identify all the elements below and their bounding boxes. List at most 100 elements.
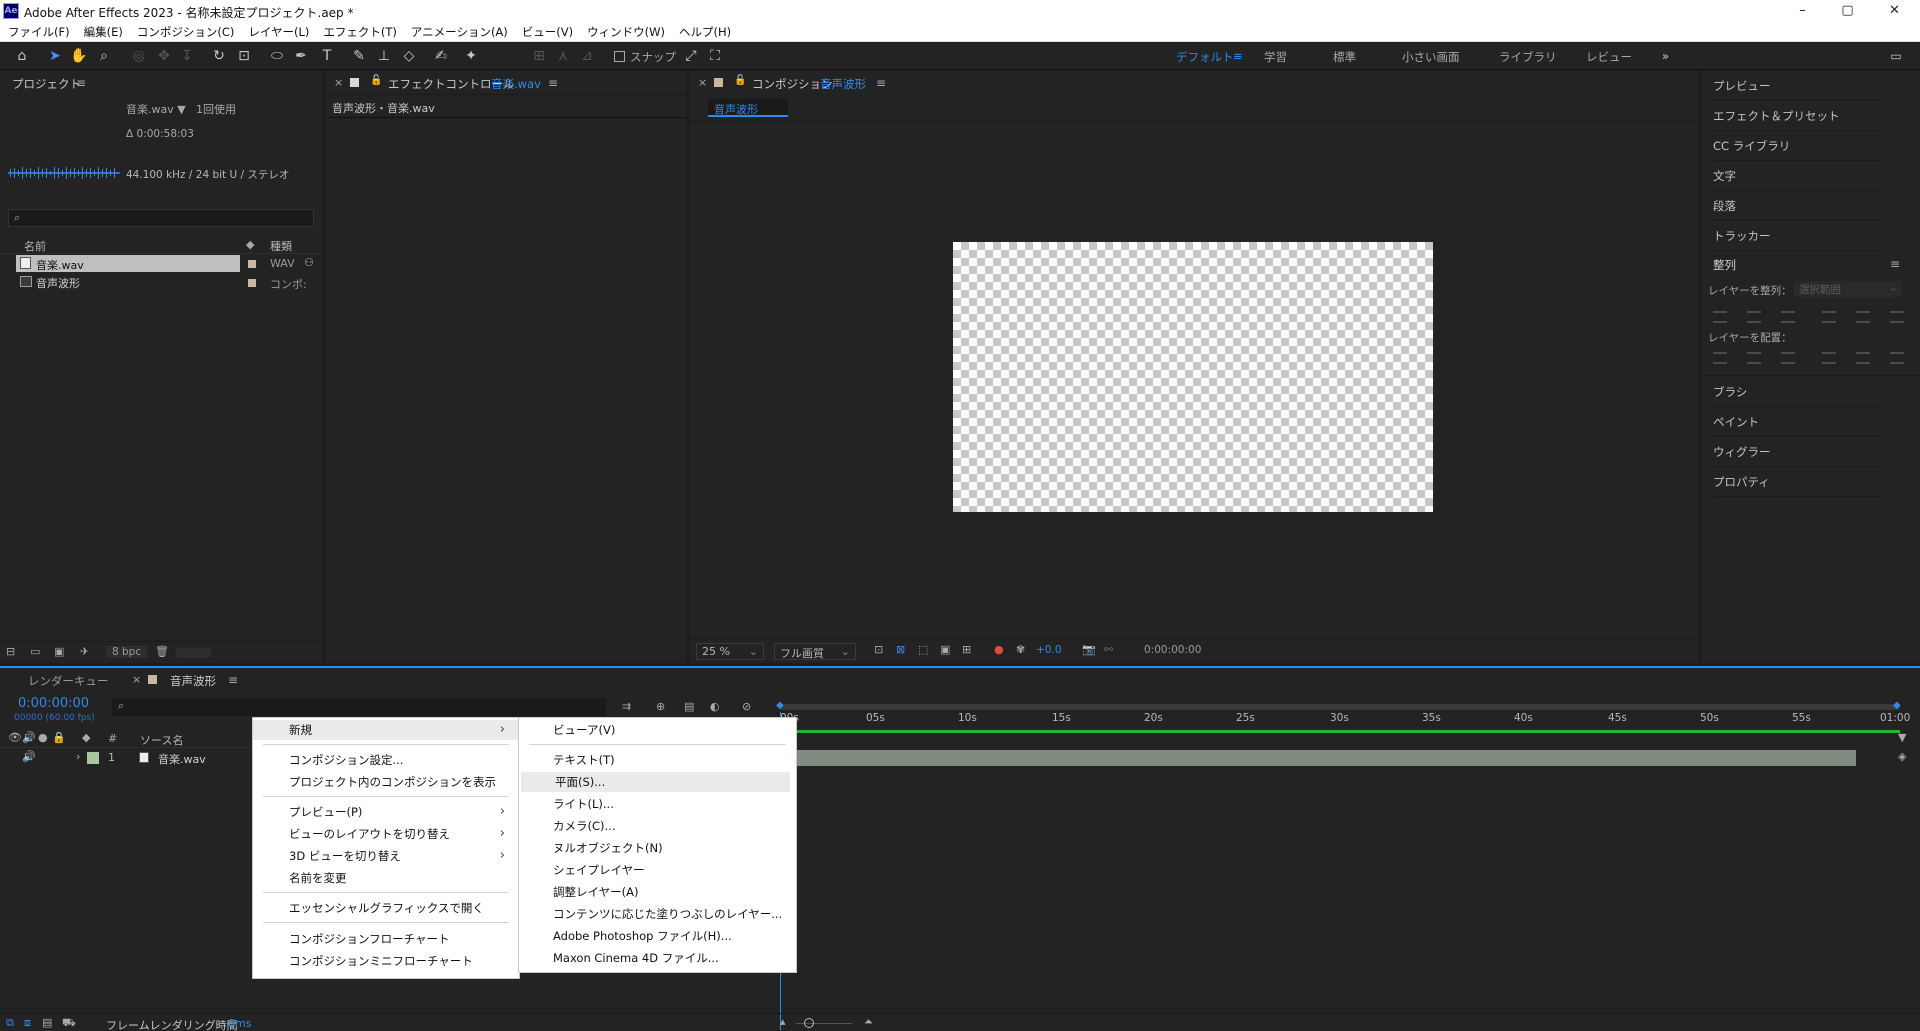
close-tab-icon[interactable]: × bbox=[698, 76, 707, 89]
context-item-preview[interactable]: プレビュー(P) › bbox=[253, 802, 519, 822]
workspace-standard[interactable]: 標準 bbox=[1333, 49, 1356, 65]
context-item-comp-settings[interactable]: コンポジション設定... bbox=[253, 750, 519, 770]
exposure-value[interactable]: +0.0 bbox=[1036, 644, 1062, 656]
zoom-in-icon[interactable]: ⏶ bbox=[864, 1015, 873, 1029]
context-item-comp-mini-flowchart[interactable]: コンポジションミニフローチャート bbox=[253, 951, 519, 971]
snap-target-icon[interactable]: ⛶ bbox=[706, 47, 724, 65]
context-item-switch-view-layout[interactable]: ビューのレイアウトを切り替え › bbox=[253, 824, 519, 844]
submenu-item-text[interactable]: テキスト(T) bbox=[519, 750, 796, 770]
submenu-item-viewer[interactable]: ビューア(V) bbox=[519, 720, 796, 740]
selected-item-name[interactable]: 音楽.wav ▼ bbox=[126, 101, 186, 117]
comp-timecode[interactable]: 0:00:00:00 bbox=[1144, 644, 1201, 656]
distribute-horizontal-center-icon[interactable] bbox=[1856, 352, 1870, 364]
timeline-search-input[interactable]: ⌕ bbox=[112, 698, 606, 716]
composition-name[interactable]: 音声波形 bbox=[820, 76, 866, 92]
selection-tool-icon[interactable]: ➤ bbox=[46, 47, 64, 65]
dolly-tool-icon[interactable]: ↧ bbox=[178, 47, 196, 65]
workspace-overflow-icon[interactable]: » bbox=[1662, 49, 1669, 63]
distribute-top-icon[interactable] bbox=[1713, 352, 1727, 364]
layer-name[interactable]: 音楽.wav bbox=[158, 751, 206, 767]
graph-editor-icon[interactable]: ⊘ bbox=[742, 700, 751, 713]
show-snapshot-icon[interactable]: ⚯ bbox=[1104, 643, 1113, 656]
type-tool-icon[interactable]: T bbox=[318, 47, 336, 65]
layer-marker-icon[interactable]: ◈ bbox=[1898, 750, 1906, 763]
flowchart-icon[interactable]: ⚇ bbox=[304, 256, 314, 269]
column-name[interactable]: 名前 bbox=[24, 238, 46, 254]
distribute-bottom-icon[interactable] bbox=[1781, 352, 1795, 364]
time-ruler[interactable]: 00s 05s 10s 15s 20s 25s 30s 35s 40s 45s … bbox=[780, 712, 1910, 730]
context-item-reveal-comp[interactable]: プロジェクト内のコンポジションを表示 bbox=[253, 772, 519, 792]
transparency-grid-icon[interactable]: ⊠ bbox=[896, 643, 905, 656]
distribute-right-icon[interactable] bbox=[1890, 352, 1904, 364]
close-tab-icon[interactable]: × bbox=[132, 673, 141, 686]
submenu-item-photoshop-file[interactable]: Adobe Photoshop ファイル(H)... bbox=[519, 926, 796, 946]
align-panel-title[interactable]: 整列 bbox=[1713, 257, 1736, 273]
local-axis-icon[interactable]: ⊞ bbox=[530, 47, 548, 65]
workspace-libraries[interactable]: ライブラリ bbox=[1499, 49, 1557, 65]
timeline-comp-tab[interactable]: 音声波形 bbox=[170, 673, 216, 689]
wiggler-panel-tab[interactable]: ウィグラー bbox=[1713, 437, 1883, 467]
close-button[interactable]: ✕ bbox=[1872, 0, 1917, 22]
align-right-icon[interactable] bbox=[1781, 311, 1795, 323]
menu-file[interactable]: ファイル(F) bbox=[8, 22, 70, 41]
reset-exposure-icon[interactable]: ✾ bbox=[1016, 643, 1025, 656]
panel-menu-icon[interactable]: ≡ bbox=[876, 76, 886, 90]
project-search-input[interactable]: ⌕ bbox=[8, 209, 314, 227]
clone-stamp-tool-icon[interactable]: ⊥ bbox=[375, 47, 393, 65]
puppet-tool-icon[interactable]: ✦ bbox=[462, 47, 480, 65]
align-top-icon[interactable] bbox=[1822, 311, 1836, 323]
ellipse-tool-icon[interactable]: ⬭ bbox=[268, 47, 286, 65]
search-help-icon[interactable]: ▭ bbox=[1887, 47, 1905, 65]
label-tag-icon[interactable]: ◆ bbox=[82, 731, 90, 744]
preview-panel-tab[interactable]: プレビュー bbox=[1713, 71, 1883, 101]
menu-edit[interactable]: 編集(E) bbox=[84, 22, 123, 41]
render-queue-tab[interactable]: レンダーキュー bbox=[28, 673, 109, 689]
submenu-item-solid[interactable]: 平面(S)... bbox=[521, 772, 790, 792]
cc-libraries-panel-tab[interactable]: CC ライブラリ bbox=[1713, 131, 1883, 161]
new-composition-icon[interactable]: ▣ bbox=[54, 645, 64, 658]
zoom-dropdown[interactable]: 25 % ⌄ bbox=[696, 643, 764, 660]
in-out-icon[interactable]: ▤ bbox=[42, 1016, 52, 1029]
snap-checkbox[interactable] bbox=[614, 51, 625, 62]
fast-preview-icon[interactable]: ⊡ bbox=[874, 643, 883, 656]
expand-chevron-icon[interactable]: › bbox=[76, 750, 80, 763]
workspace-learn[interactable]: 学習 bbox=[1264, 49, 1287, 65]
label-tag-icon[interactable]: ◆ bbox=[246, 238, 254, 251]
work-area-end-handle[interactable]: ◆ bbox=[1893, 700, 1901, 711]
submenu-item-shape-layer[interactable]: シェイプレイヤー bbox=[519, 860, 796, 880]
interpret-footage-icon[interactable]: ⊟ bbox=[6, 645, 15, 658]
audio-icon[interactable]: 🔊 bbox=[22, 731, 36, 744]
menu-view[interactable]: ビュー(V) bbox=[522, 22, 573, 41]
menu-composition[interactable]: コンポジション(C) bbox=[137, 22, 235, 41]
context-item-rename[interactable]: 名前を変更 bbox=[253, 868, 519, 888]
roto-brush-tool-icon[interactable]: ✍ bbox=[432, 47, 450, 65]
minimize-button[interactable]: – bbox=[1780, 0, 1825, 22]
lock-icon[interactable]: 🔓 bbox=[370, 75, 382, 86]
home-icon[interactable]: ⌂ bbox=[13, 47, 31, 65]
submenu-item-light[interactable]: ライト(L)... bbox=[519, 794, 796, 814]
paint-panel-tab[interactable]: ペイント bbox=[1713, 407, 1883, 437]
submenu-item-camera[interactable]: カメラ(C)... bbox=[519, 816, 796, 836]
effects-presets-panel-tab[interactable]: エフェクト＆プリセット bbox=[1713, 101, 1883, 131]
render-time-icon[interactable]: ⛟ bbox=[62, 1016, 76, 1031]
lock-icon[interactable]: 🔒 bbox=[52, 731, 66, 744]
view-axis-icon[interactable]: ⊿ bbox=[578, 47, 596, 65]
end-marker-icon[interactable]: ▼ bbox=[1898, 731, 1906, 744]
layer-switches-icon[interactable]: ⧉ bbox=[6, 1016, 14, 1030]
adjust-settings-icon[interactable]: ✈ bbox=[80, 645, 89, 658]
submenu-item-content-aware-fill-layer[interactable]: コンテンツに応じた塗りつぶしのレイヤー... bbox=[519, 904, 796, 924]
submenu-item-cinema4d-file[interactable]: Maxon Cinema 4D ファイル... bbox=[519, 948, 796, 968]
effect-controls-file[interactable]: 音楽.wav bbox=[491, 76, 541, 92]
context-item-comp-flowchart[interactable]: コンポジションフローチャート bbox=[253, 929, 519, 949]
channel-icon[interactable]: ● bbox=[994, 643, 1004, 656]
lock-icon[interactable]: 🔓 bbox=[734, 75, 746, 86]
project-item-name[interactable]: 音楽.wav bbox=[36, 257, 84, 273]
project-panel-title[interactable]: プロジェクト bbox=[12, 76, 81, 92]
orbit-tool-icon[interactable]: ◎ bbox=[130, 47, 148, 65]
pen-tool-icon[interactable]: ✒ bbox=[292, 47, 310, 65]
align-bottom-icon[interactable] bbox=[1890, 311, 1904, 323]
menu-layer[interactable]: レイヤー(L) bbox=[248, 22, 309, 41]
thumbnail-slider[interactable] bbox=[175, 648, 211, 658]
frame-blending-icon[interactable]: ▤ bbox=[684, 700, 694, 713]
comp-flowchart-icon[interactable]: ⇉ bbox=[622, 700, 631, 713]
